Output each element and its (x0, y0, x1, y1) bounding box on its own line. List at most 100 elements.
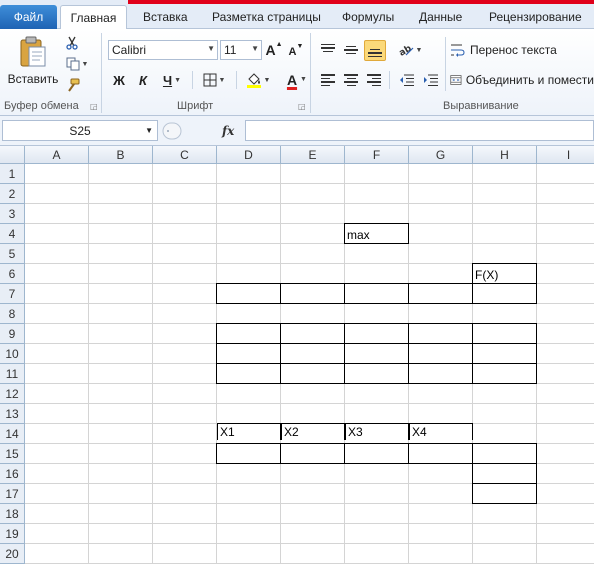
format-painter-button[interactable] (64, 77, 80, 93)
cell-f7[interactable] (344, 283, 409, 304)
cell-g7[interactable] (408, 283, 473, 304)
shrink-font-button[interactable]: A ▼ (288, 43, 304, 61)
cell-h10[interactable] (472, 343, 537, 364)
font-size-combo[interactable]: 11 ▼ (220, 40, 262, 60)
tab-home[interactable]: Главная (60, 5, 127, 30)
column-header-i[interactable]: I (537, 146, 594, 164)
cell-h9[interactable] (472, 323, 537, 344)
row-header-5[interactable]: 5 (0, 244, 25, 264)
column-header-c[interactable]: C (153, 146, 217, 164)
row-header-1[interactable]: 1 (0, 164, 25, 184)
cell-f14[interactable]: X3 (345, 423, 409, 440)
cell-f11[interactable] (344, 363, 409, 384)
column-header-e[interactable]: E (281, 146, 345, 164)
cell-e7[interactable] (280, 283, 345, 304)
row-header-16[interactable]: 16 (0, 464, 25, 484)
cell-e15[interactable] (280, 443, 345, 464)
cell-d15[interactable] (216, 443, 281, 464)
increase-indent-button[interactable] (420, 71, 440, 89)
cell-g10[interactable] (408, 343, 473, 364)
insert-function-button[interactable]: fx (222, 124, 234, 138)
cell-f4[interactable]: max (344, 223, 409, 244)
cut-button[interactable] (64, 35, 80, 51)
cell-f9[interactable] (344, 323, 409, 344)
bold-button[interactable]: Ж (111, 71, 127, 89)
row-header-8[interactable]: 8 (0, 304, 25, 324)
column-header-f[interactable]: F (345, 146, 409, 164)
tab-data[interactable]: Данные (419, 5, 462, 29)
italic-button[interactable]: К (135, 71, 151, 89)
cell-h6[interactable]: F(X) (472, 263, 537, 284)
name-box[interactable]: S25 ▼ (2, 120, 158, 141)
tab-page-layout[interactable]: Разметка страницы (212, 5, 321, 29)
paste-button[interactable]: Вставить (8, 33, 58, 89)
tab-file[interactable]: Файл (0, 5, 57, 29)
orientation-button[interactable]: ab ▼ (396, 41, 424, 59)
row-header-11[interactable]: 11 (0, 364, 25, 384)
select-all-corner[interactable] (0, 146, 25, 164)
align-top-button[interactable] (318, 41, 338, 59)
tab-formulas[interactable]: Формулы (342, 5, 394, 29)
row-header-14[interactable]: 14 (0, 424, 25, 444)
column-header-g[interactable]: G (409, 146, 473, 164)
column-header-h[interactable]: H (473, 146, 537, 164)
align-right-button[interactable] (364, 71, 384, 89)
cell-e11[interactable] (280, 363, 345, 384)
cell-g11[interactable] (408, 363, 473, 384)
cell-h17[interactable] (472, 483, 537, 504)
cell-h15[interactable] (472, 443, 537, 464)
borders-button[interactable]: ▼ (200, 71, 228, 89)
row-header-2[interactable]: 2 (0, 184, 25, 204)
tab-insert[interactable]: Вставка (143, 5, 188, 29)
cell-d10[interactable] (216, 343, 281, 364)
merge-center-button[interactable]: Объединить и помести (450, 71, 594, 89)
cell-h7[interactable] (472, 283, 537, 304)
row-header-12[interactable]: 12 (0, 384, 25, 404)
font-launcher-icon[interactable]: ◲ (298, 102, 306, 111)
formula-bar-resize-handle[interactable] (162, 122, 182, 140)
copy-button[interactable]: ▼ (64, 56, 90, 72)
cell-g9[interactable] (408, 323, 473, 344)
cell-h11[interactable] (472, 363, 537, 384)
row-header-9[interactable]: 9 (0, 324, 25, 344)
tab-review[interactable]: Рецензирование (489, 5, 582, 29)
worksheet-grid[interactable]: A B C D E F G H I 1 2 3 4 5 6 7 8 9 10 11 12 13 14 15 16 17 18 19 20… (0, 146, 594, 564)
cell-e9[interactable] (280, 323, 345, 344)
row-header-20[interactable]: 20 (0, 544, 25, 564)
font-name-combo[interactable]: Calibri ▼ (108, 40, 218, 60)
row-header-7[interactable]: 7 (0, 284, 25, 304)
row-header-15[interactable]: 15 (0, 444, 25, 464)
row-header-18[interactable]: 18 (0, 504, 25, 524)
align-bottom-button[interactable] (364, 40, 386, 61)
cell-h16[interactable] (472, 463, 537, 484)
align-left-button[interactable] (318, 71, 338, 89)
cell-g14[interactable]: X4 (409, 423, 473, 440)
fill-color-button[interactable]: ▼ (244, 71, 272, 89)
row-header-3[interactable]: 3 (0, 204, 25, 224)
cell-e10[interactable] (280, 343, 345, 364)
clipboard-launcher-icon[interactable]: ◲ (90, 102, 98, 111)
row-header-17[interactable]: 17 (0, 484, 25, 504)
cell-d7[interactable] (216, 283, 281, 304)
row-header-19[interactable]: 19 (0, 524, 25, 544)
decrease-indent-button[interactable] (396, 71, 416, 89)
underline-button[interactable]: Ч ▼ (159, 71, 185, 89)
formula-input[interactable] (245, 120, 594, 141)
row-header-4[interactable]: 4 (0, 224, 25, 244)
row-header-6[interactable]: 6 (0, 264, 25, 284)
cell-e14[interactable]: X2 (281, 423, 345, 440)
cell-d11[interactable] (216, 363, 281, 384)
align-middle-button[interactable] (341, 41, 361, 59)
wrap-text-button[interactable]: Перенос текста (450, 41, 594, 59)
cell-d14[interactable]: X1 (217, 423, 281, 440)
font-color-dropdown-icon[interactable]: ▼ (300, 76, 307, 83)
align-center-button[interactable] (341, 71, 361, 89)
cell-d9[interactable] (216, 323, 281, 344)
column-header-a[interactable]: A (25, 146, 89, 164)
grow-font-button[interactable]: A ▲ (265, 41, 282, 59)
column-header-b[interactable]: B (89, 146, 153, 164)
cell-f10[interactable] (344, 343, 409, 364)
column-header-d[interactable]: D (217, 146, 281, 164)
row-header-10[interactable]: 10 (0, 344, 25, 364)
cell-g15[interactable] (408, 443, 473, 464)
